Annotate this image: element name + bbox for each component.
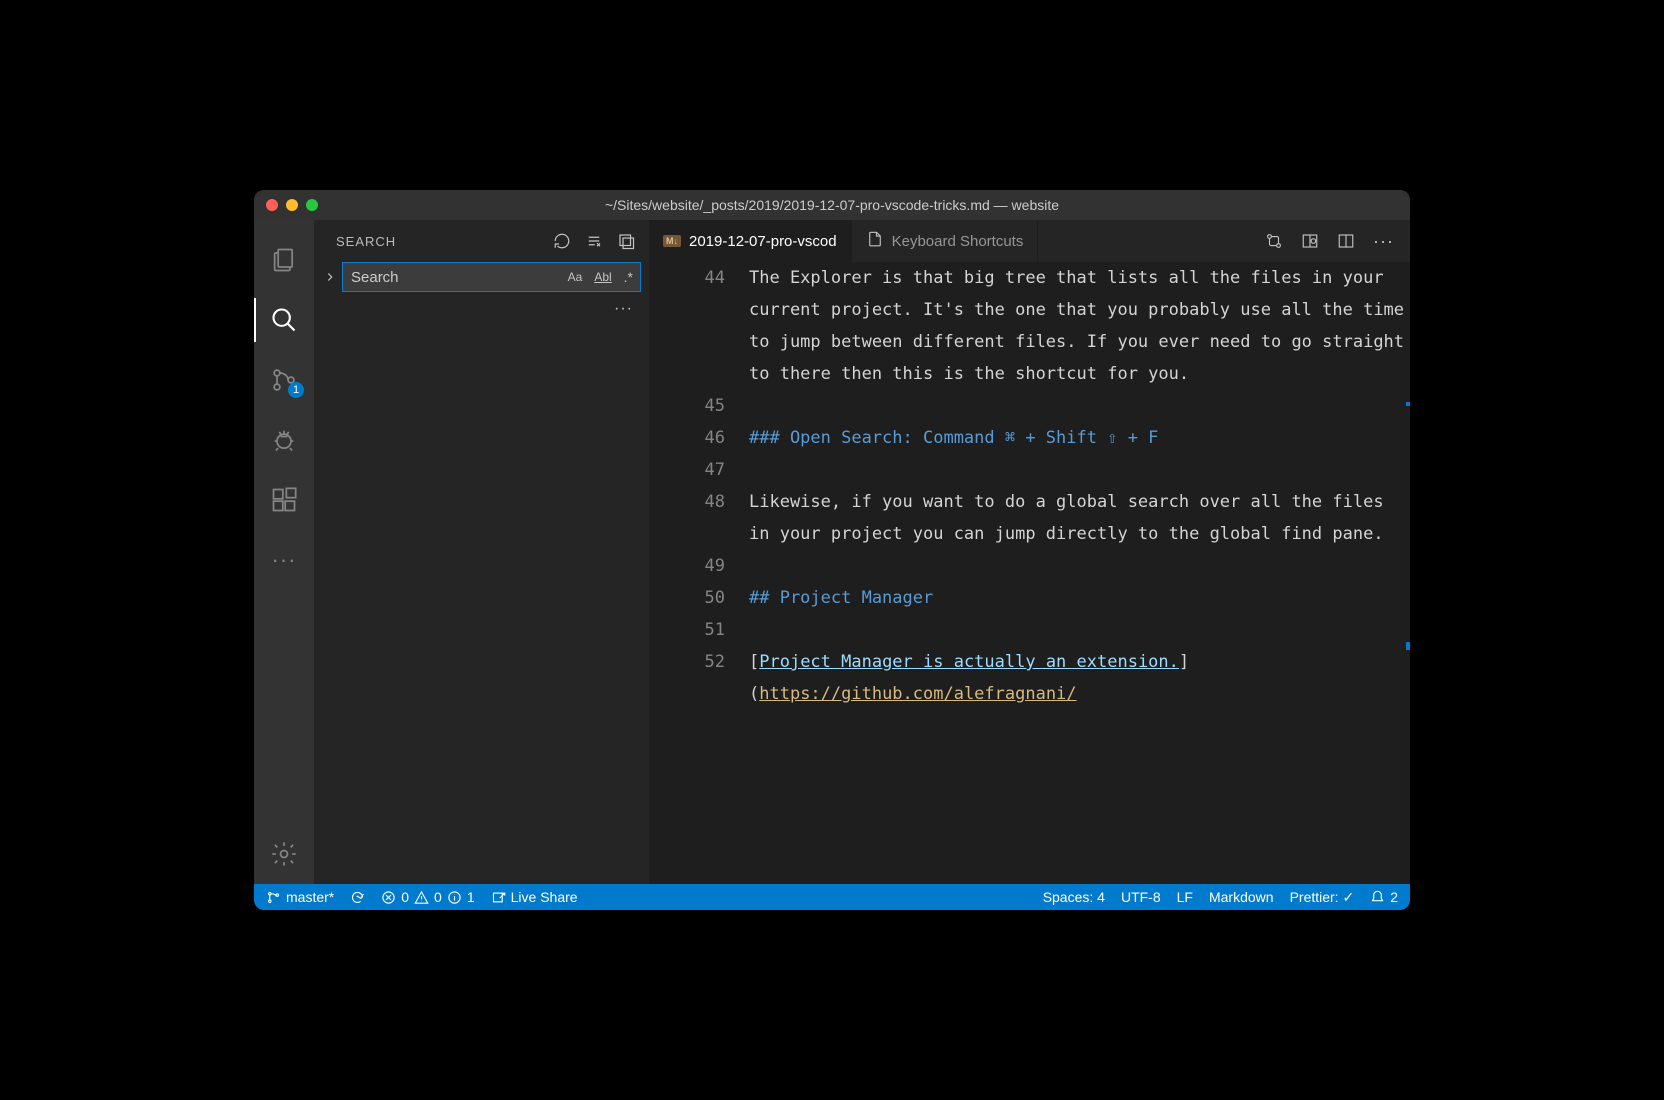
match-word-icon[interactable]: Abl <box>591 268 614 286</box>
tab-keyboard-shortcuts[interactable]: Keyboard Shortcuts <box>852 220 1039 262</box>
collapse-icon[interactable] <box>617 232 635 250</box>
file-icon <box>866 230 884 252</box>
git-branch[interactable]: master* <box>266 889 334 905</box>
window: ~/Sites/website/_posts/2019/2019-12-07-p… <box>254 190 1410 910</box>
editor-area: M↓ 2019-12-07-pro-vscod Keyboard Shortcu… <box>649 220 1410 884</box>
close-window-button[interactable] <box>266 199 278 211</box>
tabs-row: M↓ 2019-12-07-pro-vscod Keyboard Shortcu… <box>649 220 1410 262</box>
search-row: Aa Abl .* <box>314 262 649 292</box>
line-number: 46 <box>649 422 749 454</box>
code-line[interactable]: 45 <box>649 390 1410 422</box>
settings-gear-icon[interactable] <box>254 824 314 884</box>
sidebar-header: SEARCH <box>314 220 649 262</box>
statusbar: master* 0 0 1 Live Share Spaces: 4 UTF-8… <box>254 884 1410 910</box>
line-content: [Project Manager is actually an extensio… <box>749 646 1410 710</box>
encoding[interactable]: UTF-8 <box>1121 889 1161 905</box>
maximize-window-button[interactable] <box>306 199 318 211</box>
minimap-marker <box>1406 402 1410 406</box>
notifications[interactable]: 2 <box>1370 889 1398 905</box>
editor-more-icon[interactable]: ··· <box>1373 231 1394 252</box>
search-input[interactable] <box>351 269 565 286</box>
problems[interactable]: 0 0 1 <box>381 889 474 905</box>
line-content: ### Open Search: Command ⌘ + Shift ⇧ + F <box>749 422 1410 454</box>
line-content <box>749 614 1410 646</box>
eol[interactable]: LF <box>1177 889 1193 905</box>
scm-badge: 1 <box>288 382 304 398</box>
use-regex-icon[interactable]: .* <box>621 267 636 287</box>
code-line[interactable]: 44The Explorer is that big tree that lis… <box>649 262 1410 390</box>
code-line[interactable]: 51 <box>649 614 1410 646</box>
code-line[interactable]: 48Likewise, if you want to do a global s… <box>649 486 1410 550</box>
window-title: ~/Sites/website/_posts/2019/2019-12-07-p… <box>254 197 1410 213</box>
line-number: 49 <box>649 550 749 582</box>
line-number: 52 <box>649 646 749 710</box>
search-sidebar: SEARCH Aa Abl .* <box>314 220 649 884</box>
source-control-icon[interactable]: 1 <box>254 350 314 410</box>
split-editor-icon[interactable] <box>1337 232 1355 250</box>
line-number: 48 <box>649 486 749 550</box>
line-number: 51 <box>649 614 749 646</box>
line-number: 47 <box>649 454 749 486</box>
toggle-replace-icon[interactable] <box>320 262 340 292</box>
traffic-lights <box>254 199 318 211</box>
editor-content[interactable]: 44The Explorer is that big tree that lis… <box>649 262 1410 884</box>
open-preview-icon[interactable] <box>1301 232 1319 250</box>
code-line[interactable]: 47 <box>649 454 1410 486</box>
titlebar: ~/Sites/website/_posts/2019/2019-12-07-p… <box>254 190 1410 220</box>
line-content <box>749 550 1410 582</box>
line-content: Likewise, if you want to do a global sea… <box>749 486 1410 550</box>
sync-icon[interactable] <box>350 890 365 905</box>
tab-markdown-file[interactable]: M↓ 2019-12-07-pro-vscod <box>649 220 852 262</box>
minimize-window-button[interactable] <box>286 199 298 211</box>
main-body: 1 ··· SEARCH <box>254 220 1410 884</box>
line-content <box>749 390 1410 422</box>
line-content <box>749 454 1410 486</box>
code-line[interactable]: 52[Project Manager is actually an extens… <box>649 646 1410 710</box>
activity-bar: 1 ··· <box>254 220 314 884</box>
toggle-search-details-icon[interactable]: ··· <box>314 292 649 318</box>
line-number: 45 <box>649 390 749 422</box>
explorer-icon[interactable] <box>254 230 314 290</box>
clear-results-icon[interactable] <box>585 232 603 250</box>
code-line[interactable]: 46### Open Search: Command ⌘ + Shift ⇧ +… <box>649 422 1410 454</box>
match-case-icon[interactable]: Aa <box>565 268 586 286</box>
compare-changes-icon[interactable] <box>1265 232 1283 250</box>
live-share[interactable]: Live Share <box>491 889 578 905</box>
prettier-status[interactable]: Prettier: ✓ <box>1290 889 1355 906</box>
editor-actions: ··· <box>1249 220 1410 262</box>
line-number: 44 <box>649 262 749 390</box>
more-icon[interactable]: ··· <box>254 530 314 590</box>
code-line[interactable]: 49 <box>649 550 1410 582</box>
code-line[interactable]: 50## Project Manager <box>649 582 1410 614</box>
search-icon[interactable] <box>254 290 314 350</box>
search-input-container: Aa Abl .* <box>342 262 641 292</box>
minimap-marker <box>1406 642 1410 650</box>
line-content: The Explorer is that big tree that lists… <box>749 262 1410 390</box>
debug-icon[interactable] <box>254 410 314 470</box>
markdown-icon: M↓ <box>663 235 681 247</box>
sidebar-title: SEARCH <box>336 234 396 249</box>
line-number: 50 <box>649 582 749 614</box>
indentation[interactable]: Spaces: 4 <box>1043 889 1105 905</box>
refresh-icon[interactable] <box>553 232 571 250</box>
line-content: ## Project Manager <box>749 582 1410 614</box>
language-mode[interactable]: Markdown <box>1209 889 1274 905</box>
extensions-icon[interactable] <box>254 470 314 530</box>
